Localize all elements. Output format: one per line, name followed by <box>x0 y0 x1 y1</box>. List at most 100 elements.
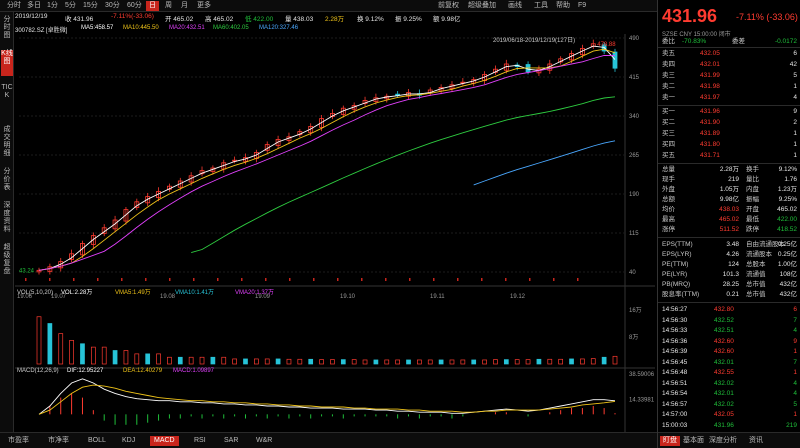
volume-bar <box>210 356 216 365</box>
stat-value: 465.02 <box>719 216 739 223</box>
ma-legend: 300782.SZ [卓胜微] MA5:458.57 MA10:445.50 M… <box>15 25 645 34</box>
macd-tick-label: 14.33981 <box>629 397 655 403</box>
indicator-tab-3[interactable]: KDJ <box>118 436 139 446</box>
quote-tab-1[interactable]: 基本面 <box>680 436 707 446</box>
divider <box>658 47 800 48</box>
left-nav-item-0[interactable]: 分时图 <box>1 16 13 42</box>
volume-bar <box>482 359 487 365</box>
stat-label: 开盘 <box>746 206 759 213</box>
tick-time: 14:56:57 <box>662 400 688 408</box>
low-marker: 43.24 <box>19 268 35 274</box>
tick-price: 432.60 <box>714 337 734 345</box>
left-nav-item-5[interactable]: 深度资料 <box>1 202 13 236</box>
toolbar-item-0[interactable]: 前复权 <box>438 1 459 11</box>
fund-value: 1.00亿 <box>777 261 797 268</box>
tick-time: 14:56:54 <box>662 390 688 397</box>
left-nav-item-1[interactable]: K线图 <box>1 50 13 76</box>
period-tab-0[interactable]: 分时 <box>4 1 24 11</box>
fund-value: 0.25亿 <box>777 241 797 248</box>
period-tab-4[interactable]: 15分 <box>80 1 101 11</box>
range-label: 2019/06/18-2019/12/19(127日) <box>493 37 575 44</box>
period-tab-6[interactable]: 60分 <box>124 1 145 11</box>
volume-bar <box>384 359 390 365</box>
tick-row: 14:56:39 432.60 1 <box>660 347 799 356</box>
period-tab-7[interactable]: 日 <box>146 1 159 11</box>
left-nav-item-2[interactable]: TICK <box>1 84 13 118</box>
indicator-tab-0[interactable]: 市盈率 <box>4 436 33 446</box>
toolbar-item-1[interactable]: 超级叠加 <box>468 1 496 11</box>
quote-tab-3[interactable]: 资讯 <box>746 436 766 446</box>
stat-value: 465.02 <box>777 206 797 213</box>
stat-label: 外盘 <box>662 186 675 193</box>
volume-bar <box>319 359 324 365</box>
stat-row: 现手 219 量比 1.76 <box>660 175 799 184</box>
event-marker <box>481 278 483 281</box>
stat-label: 涨停 <box>662 226 675 233</box>
left-nav-item-6[interactable]: 超级复盘 <box>1 244 13 278</box>
volume-bar <box>112 350 118 365</box>
volume-bar <box>580 358 585 365</box>
volume-bar <box>199 356 205 365</box>
fund-label: 总股本 <box>746 261 766 268</box>
fund-value: 0.25亿 <box>777 251 797 258</box>
bid-row: 买四 431.80 1 <box>660 140 799 149</box>
volume-bar <box>340 359 346 365</box>
toolbar-item-5[interactable]: F9 <box>578 1 586 11</box>
macd-legend-dif: DIF:12.95227 <box>67 368 104 374</box>
toolbar-item-2[interactable]: 画线 <box>508 1 522 11</box>
ask-price: 432.05 <box>700 50 720 57</box>
quote-body: 委比 -70.83% 委差 -0.0172 卖五 432.05 6 卖四 432.01 42 卖三 4… <box>658 0 800 432</box>
stat-value: 422.00 <box>777 216 797 223</box>
vol-legend-v5: VMA5:1.49万 <box>115 289 151 296</box>
indicator-tab-6[interactable]: SAR <box>220 436 242 446</box>
stat-row: 总额 9.98亿 振幅 9.25% <box>660 195 799 204</box>
vol-legend-vol: VOL:2.28万 <box>61 289 92 296</box>
bid-price: 431.89 <box>700 130 720 137</box>
quote-tab-2[interactable]: 深度分析 <box>706 436 740 446</box>
event-marker <box>121 278 123 281</box>
volume-bar <box>612 355 618 365</box>
quote-tab-0[interactable]: 盯盘 <box>660 436 680 446</box>
indicator-tab-5[interactable]: RSI <box>190 436 210 446</box>
indicator-tab-1[interactable]: 市净率 <box>44 436 73 446</box>
toolbar-item-4[interactable]: 帮助 <box>556 1 570 11</box>
event-marker <box>577 278 579 281</box>
tick-volume: 6 <box>793 306 797 313</box>
volume-bar <box>406 359 411 365</box>
fund-label: 总市值 <box>746 291 766 298</box>
left-nav-item-4[interactable]: 分价表 <box>1 168 13 194</box>
event-marker <box>241 278 243 281</box>
period-tab-9[interactable]: 月 <box>178 1 191 11</box>
macd-legend-dea: DEA:12.40279 <box>123 368 163 374</box>
toolbar-item-3[interactable]: 工具 <box>534 1 548 11</box>
volume-bar <box>36 316 42 365</box>
ask-row: 卖三 431.99 5 <box>660 71 799 80</box>
period-tab-2[interactable]: 1分 <box>44 1 61 11</box>
ask-row: 卖一 431.97 4 <box>660 93 799 102</box>
volume-bar <box>264 358 270 365</box>
period-tab-1[interactable]: 多日 <box>24 1 44 11</box>
period-tab-5[interactable]: 30分 <box>102 1 123 11</box>
tick-row: 14:56:54 432.01 4 <box>660 389 799 398</box>
ask-price: 431.97 <box>700 94 720 101</box>
indicator-tab-2[interactable]: BOLL <box>84 436 110 446</box>
period-tab-3[interactable]: 5分 <box>62 1 79 11</box>
period-tab-10[interactable]: 更多 <box>194 1 214 11</box>
tick-volume: 219 <box>786 421 797 429</box>
stat-value: 1.05万 <box>719 186 739 193</box>
stat-label: 均价 <box>662 206 675 213</box>
indicator-tab-4[interactable]: MACD <box>150 436 179 446</box>
volume-bar <box>525 359 531 365</box>
ma-line-ma10 <box>38 48 616 271</box>
left-nav-item-3[interactable]: 成交明细 <box>1 126 13 160</box>
chart-area[interactable]: 4904153402651901154019.06 19.07 19.08 19.09… <box>15 34 655 432</box>
volume-bar <box>536 358 542 365</box>
tick-volume: 1 <box>793 369 797 376</box>
stat-value: 418.52 <box>777 226 797 233</box>
ma10-legend: MA10:445.50 <box>123 25 159 31</box>
volume-bar <box>101 346 107 365</box>
fund-label: PE(LYR) <box>662 271 688 278</box>
indicator-tab-7[interactable]: W&R <box>252 436 276 446</box>
period-tab-8[interactable]: 周 <box>162 1 175 11</box>
info-open: 开 465.02 <box>165 16 194 23</box>
